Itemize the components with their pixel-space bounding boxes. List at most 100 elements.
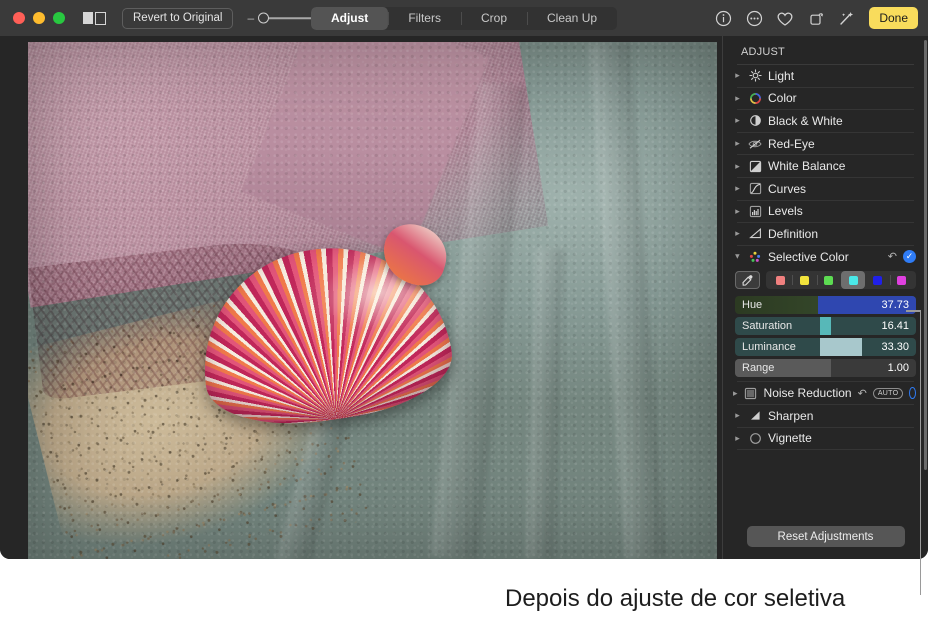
sidebar-item-light[interactable]: ▸ Light [723, 65, 928, 87]
reset-adjustments-button[interactable]: Reset Adjustments [747, 526, 905, 547]
swatch-magenta[interactable] [890, 271, 914, 289]
swatch-color [800, 276, 809, 285]
swatch-yellow[interactable] [792, 271, 816, 289]
tab-filters[interactable]: Filters [388, 7, 461, 30]
done-button[interactable]: Done [869, 7, 918, 29]
favorite-heart-icon[interactable] [776, 9, 794, 27]
slider-saturation-fill [820, 317, 831, 335]
sidebar-item-label: Selective Color [768, 250, 882, 264]
sidebar-item-label: Light [768, 69, 916, 83]
zoom-button[interactable] [53, 12, 65, 24]
undo-icon[interactable]: ↶ [858, 387, 867, 400]
sidebar-item-noise-reduction[interactable]: ▸ Noise Reduction ↶ AUTO [723, 382, 928, 404]
callout-vertical-line [920, 310, 922, 595]
sidebar-item-vignette[interactable]: ▸ Vignette [723, 428, 928, 450]
slider-luminance-fill [820, 338, 862, 356]
row-divider [737, 449, 914, 450]
chevron-right-icon[interactable]: ▸ [733, 410, 742, 421]
minimize-button[interactable] [33, 12, 45, 24]
swatch-green[interactable] [817, 271, 841, 289]
black-white-icon [748, 114, 762, 128]
chevron-right-icon[interactable]: ▸ [733, 433, 742, 444]
compare-filled-square [83, 12, 93, 24]
chevron-right-icon[interactable]: ▸ [733, 388, 738, 399]
swatch-red[interactable] [768, 271, 792, 289]
edited-photo[interactable] [28, 42, 717, 559]
screenshot-root: Revert to Original – + Adjust Filters Cr… [0, 0, 931, 625]
sidebar-item-levels[interactable]: ▸ Levels [723, 201, 928, 223]
eyedropper-icon[interactable] [735, 271, 760, 289]
slider-saturation[interactable]: Saturation 16.41 [735, 317, 916, 335]
sidebar-item-label: White Balance [768, 159, 916, 173]
chevron-right-icon[interactable]: ▸ [733, 228, 742, 239]
selective-color-swatches [723, 267, 928, 294]
slider-hue[interactable]: Hue 37.73 [735, 296, 916, 314]
chevron-right-icon[interactable]: ▸ [733, 138, 742, 149]
slider-range-value: 1.00 [888, 362, 909, 374]
slider-hue-label: Hue [735, 299, 762, 311]
sidebar-item-white-balance[interactable]: ▸ White Balance [723, 155, 928, 177]
info-icon[interactable] [714, 9, 732, 27]
revert-to-original-button[interactable]: Revert to Original [122, 8, 233, 29]
close-button[interactable] [13, 12, 25, 24]
auto-badge[interactable]: AUTO [873, 388, 904, 399]
chevron-right-icon[interactable]: ▸ [733, 183, 742, 194]
zoom-out-icon[interactable]: – [247, 12, 254, 24]
chevron-right-icon[interactable]: ▸ [733, 161, 742, 172]
toggle-ring-icon[interactable] [909, 387, 916, 399]
swatch-blue[interactable] [865, 271, 889, 289]
chevron-down-icon[interactable]: ▸ [732, 252, 743, 261]
traffic-lights [13, 12, 65, 24]
vignette-icon [748, 431, 762, 445]
chevron-right-icon[interactable]: ▸ [733, 206, 742, 217]
sidebar-item-curves[interactable]: ▸ Curves [723, 178, 928, 200]
sidebar-item-label: Definition [768, 227, 916, 241]
photo-canvas [0, 36, 722, 559]
sidebar-scrollbar[interactable] [924, 40, 927, 470]
slider-saturation-value: 16.41 [881, 320, 909, 332]
tab-adjust[interactable]: Adjust [311, 7, 388, 30]
checkmark-icon[interactable]: ✓ [903, 250, 916, 263]
swatch-cyan[interactable] [841, 271, 865, 289]
undo-icon[interactable]: ↶ [888, 250, 897, 263]
slider-luminance[interactable]: Luminance 33.30 [735, 338, 916, 356]
compare-outline-square [95, 12, 106, 25]
reset-adjustments-label: Reset Adjustments [778, 531, 874, 543]
selective-color-icon [748, 250, 762, 264]
slider-range-label: Range [735, 362, 774, 374]
sidebar-item-label: Color [768, 91, 916, 105]
compare-icon[interactable] [83, 12, 106, 25]
adjust-sidebar: ADJUST ▸ Light ▸ Color ▸ [722, 36, 928, 559]
sidebar-item-red-eye[interactable]: ▸ Red-Eye [723, 133, 928, 155]
slider-luminance-label: Luminance [735, 341, 796, 353]
sidebar-item-definition[interactable]: ▸ Definition [723, 223, 928, 245]
sidebar-item-color[interactable]: ▸ Color [723, 88, 928, 110]
photos-editor-window: Revert to Original – + Adjust Filters Cr… [0, 0, 928, 559]
sidebar-item-label: Sharpen [768, 409, 916, 423]
chevron-right-icon[interactable]: ▸ [733, 115, 742, 126]
chevron-right-icon[interactable]: ▸ [733, 70, 742, 81]
caption-text: Depois do ajuste de cor seletiva [505, 585, 845, 613]
toolbar-right-icons: Done [714, 7, 918, 29]
slider-range[interactable]: Range 1.00 [735, 359, 916, 377]
more-options-icon[interactable] [745, 9, 763, 27]
sidebar-item-sharpen[interactable]: ▸ Sharpen [723, 405, 928, 427]
chevron-right-icon[interactable]: ▸ [733, 93, 742, 104]
tab-crop[interactable]: Crop [461, 7, 527, 30]
sidebar-item-black-and-white[interactable]: ▸ Black & White [723, 110, 928, 132]
sharpen-icon [748, 409, 762, 423]
swatch-color [824, 276, 833, 285]
zoom-slider-knob[interactable] [258, 13, 269, 24]
slider-luminance-value: 33.30 [881, 341, 909, 353]
sidebar-item-label: Levels [768, 204, 916, 218]
sidebar-item-selective-color[interactable]: ▸ Selective Color ↶ ✓ [723, 246, 928, 268]
tab-clean-up[interactable]: Clean Up [527, 7, 617, 30]
color-wheel-icon [748, 91, 762, 105]
swatch-color [897, 276, 906, 285]
rotate-icon[interactable] [807, 9, 825, 27]
auto-enhance-icon[interactable] [838, 9, 856, 27]
sidebar-item-label: Curves [768, 182, 916, 196]
photo-vignette [28, 42, 717, 559]
swatch-group [766, 271, 916, 289]
photo-content [28, 42, 717, 559]
